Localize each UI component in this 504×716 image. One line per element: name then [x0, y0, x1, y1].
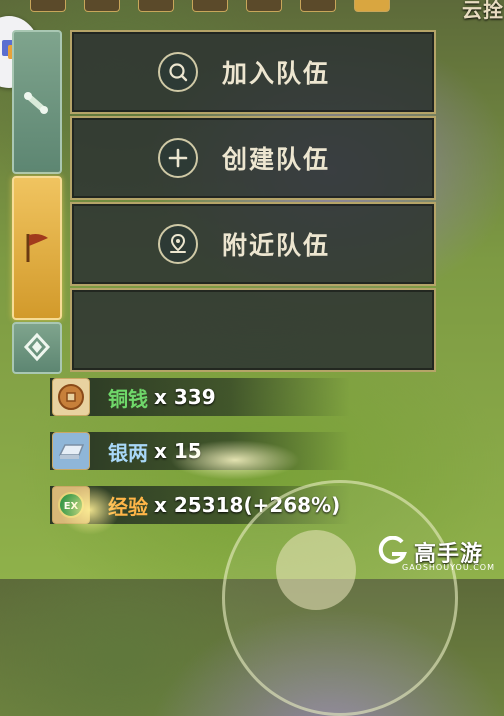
join-team-label: 加入队伍	[222, 59, 331, 88]
reward-qty: x 15	[154, 439, 202, 463]
top-tab[interactable]	[300, 0, 336, 12]
joystick-knob[interactable]	[276, 530, 356, 610]
svg-text:EX: EX	[64, 501, 79, 512]
scroll-icon	[24, 92, 48, 114]
plus-icon	[158, 138, 198, 178]
top-tab[interactable]	[84, 0, 120, 12]
top-tab-strip	[30, 0, 390, 12]
g-logo-icon	[378, 536, 407, 564]
exp-badge-icon: EX	[52, 486, 90, 524]
side-tab-diamond[interactable]	[12, 322, 62, 374]
top-tab[interactable]	[246, 0, 282, 12]
reward-row-copper: 铜钱 x 339	[50, 378, 350, 416]
nearby-team-button[interactable]: 附近队伍	[70, 202, 436, 286]
watermark-url: GAOSHOUYOU.COM	[402, 563, 496, 572]
side-tab-scroll[interactable]	[12, 30, 62, 174]
silver-ingot-icon	[52, 432, 90, 470]
top-tab[interactable]	[30, 0, 66, 12]
location-pin-icon	[158, 224, 198, 264]
create-team-label: 创建队伍	[222, 145, 331, 174]
search-icon	[158, 52, 198, 92]
side-tab-flag[interactable]	[12, 176, 62, 320]
top-right-label: 云拴	[462, 0, 504, 22]
diamond-icon	[23, 332, 51, 362]
reward-row-silver: 银两 x 15	[50, 432, 350, 470]
flag-icon	[26, 234, 48, 262]
top-tab[interactable]	[192, 0, 228, 12]
reward-name: 铜钱	[108, 386, 148, 411]
join-team-button[interactable]: 加入队伍	[70, 30, 436, 114]
watermark-logo: 高手游 GAOSHOUYOU.COM	[374, 536, 498, 576]
reward-qty: x 339	[154, 385, 216, 409]
reward-name: 经验	[108, 494, 148, 519]
nearby-team-label: 附近队伍	[222, 231, 331, 260]
empty-slot-panel	[70, 288, 436, 372]
reward-name: 银两	[108, 440, 148, 465]
top-tab-active[interactable]	[354, 0, 390, 12]
top-tab[interactable]	[138, 0, 174, 12]
copper-coin-icon	[52, 378, 90, 416]
create-team-button[interactable]: 创建队伍	[70, 116, 436, 200]
